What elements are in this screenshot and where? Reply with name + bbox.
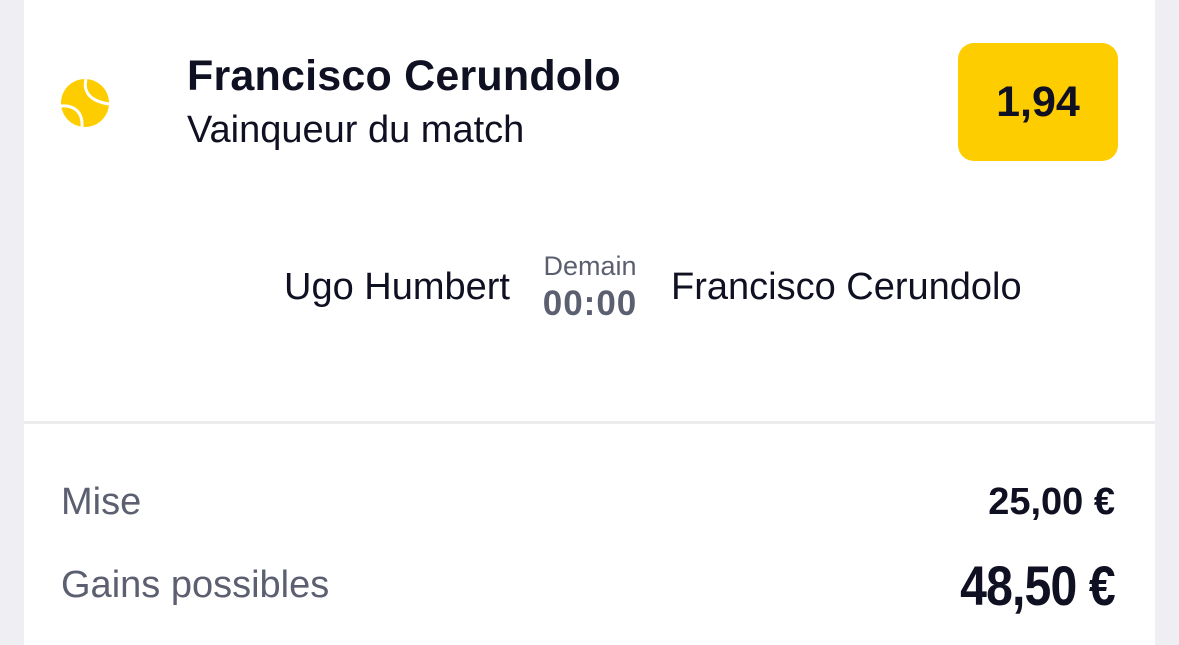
tennis-ball-icon bbox=[59, 77, 111, 129]
potential-gains-label: Gains possibles bbox=[61, 564, 330, 606]
stake-label: Mise bbox=[61, 481, 142, 523]
match-time: Demain 00:00 bbox=[520, 251, 660, 323]
selection-name: Francisco Cerundolo bbox=[187, 52, 621, 100]
divider bbox=[24, 421, 1155, 424]
home-player: Ugo Humbert bbox=[284, 266, 510, 308]
match-hour: 00:00 bbox=[542, 284, 638, 323]
stake-value: 25,00 € bbox=[988, 481, 1115, 523]
odds-button[interactable]: 1,94 bbox=[958, 43, 1118, 161]
away-player: Francisco Cerundolo bbox=[671, 266, 1022, 308]
match-day: Demain bbox=[543, 251, 637, 281]
bet-card: Francisco Cerundolo Vainqueur du match 1… bbox=[24, 0, 1155, 645]
market-name: Vainqueur du match bbox=[187, 109, 525, 151]
potential-gains-value: 48,50 € bbox=[960, 554, 1116, 617]
